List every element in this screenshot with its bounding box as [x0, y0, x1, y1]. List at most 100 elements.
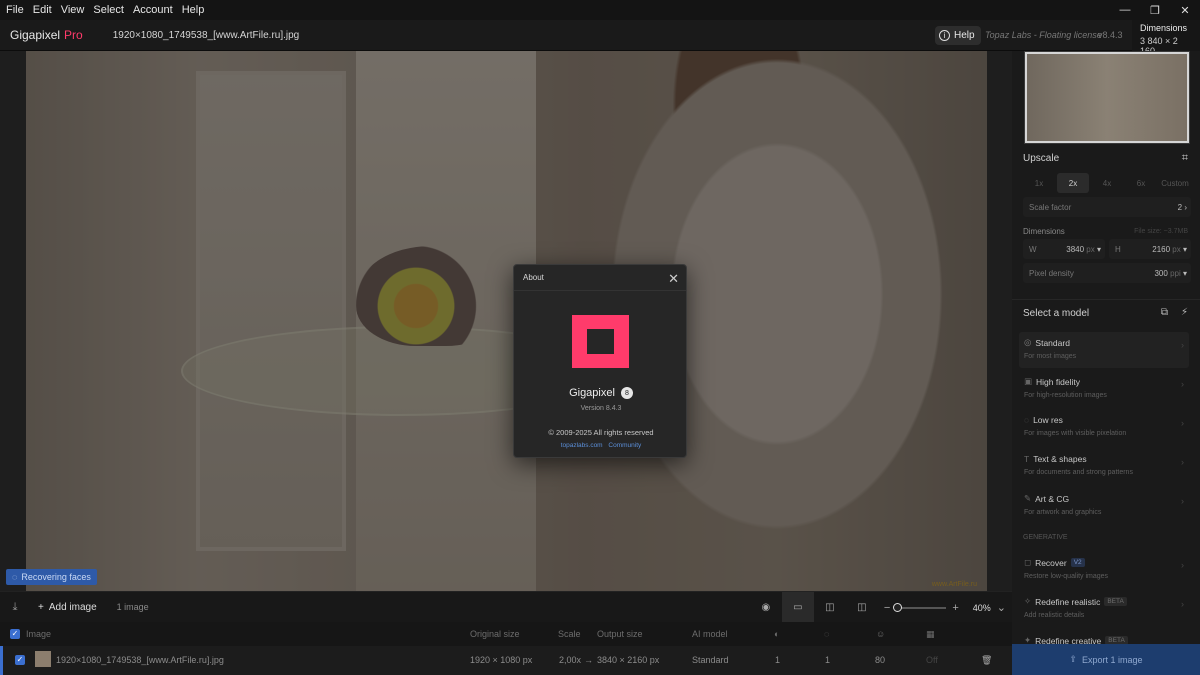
col-face-icon: ☺ — [876, 629, 886, 639]
model-high-fidelity-name: High fidelity — [1036, 376, 1080, 387]
single-view-button[interactable]: ▭ — [781, 592, 814, 623]
width-field[interactable]: W 3840 px ▾ — [1023, 239, 1105, 259]
factor-custom[interactable]: Custom — [1159, 173, 1191, 193]
model-recover-desc: Restore low-quality images — [1024, 573, 1109, 580]
pixel-density-row[interactable]: Pixel density 300 ppi ▾ — [1023, 263, 1191, 283]
image-list-row[interactable]: ✓ 1920×1080_1749538_[www.ArtFile.ru].jpg… — [0, 646, 1012, 675]
scale-factor-label: Scale factor — [1029, 202, 1072, 212]
generative-label: GENERATIVE — [1023, 534, 1068, 541]
model-art-cg[interactable]: ✎ Art & CG For artwork and graphics › — [1019, 488, 1189, 524]
about-title: About — [523, 273, 544, 282]
export-icon: ⇪ — [1069, 654, 1077, 664]
redefine-realistic-icon: ✧ — [1024, 596, 1032, 606]
col-scale: Scale — [558, 629, 581, 639]
factor-6x[interactable]: 6x — [1125, 173, 1157, 193]
help-label: Help — [954, 30, 975, 41]
gigapixel-logo-inner — [587, 329, 614, 354]
select-model-title: Select a model — [1023, 308, 1090, 319]
plus-icon: + — [38, 601, 44, 613]
app-brand: Gigapixel Pro — [10, 28, 83, 42]
preview-eye-icon[interactable]: ◉ — [750, 592, 782, 623]
topazlabs-link[interactable]: topazlabs.com — [561, 442, 603, 449]
dimensions-title: Dimensions — [1140, 23, 1188, 33]
zoom-out-icon[interactable]: − — [884, 602, 890, 614]
scale-factor-row[interactable]: Scale factor 2 › — [1023, 197, 1191, 217]
zoom-in-icon[interactable]: + — [952, 602, 958, 614]
recover-icon: ◻ — [1024, 557, 1032, 567]
model-low-res-name: Low res — [1033, 415, 1063, 425]
zoom-slider-knob[interactable] — [893, 602, 903, 612]
model-high-fidelity[interactable]: ▣ High fidelity For high-resolution image… — [1019, 371, 1189, 407]
select-all-checkbox[interactable]: ✓ — [10, 629, 20, 639]
pixel-density-label: Pixel density — [1029, 268, 1074, 278]
recovering-faces-status: ◌ Recovering faces — [6, 569, 97, 585]
community-link[interactable]: Community — [608, 442, 641, 449]
row-scale: 2,00x — [559, 655, 582, 665]
auto-model-icon[interactable]: ⚡ — [1181, 307, 1188, 318]
chevron-right-icon: › — [1181, 457, 1184, 467]
delete-icon[interactable]: 🗑 — [981, 655, 992, 666]
factor-2x[interactable]: 2x — [1057, 173, 1089, 193]
dimensions-panel: Dimensions 3 840 × 2 160 — [1132, 20, 1200, 56]
compare-models-icon[interactable]: ⧉ — [1161, 307, 1168, 318]
model-redefine-creative[interactable]: ✦ Redefine creative BETA — [1019, 630, 1189, 644]
window-controls: — ❐ ✕ — [1110, 0, 1200, 20]
chevron-right-icon: › — [1181, 496, 1184, 506]
add-image-button[interactable]: + Add image — [38, 602, 97, 613]
model-high-fidelity-desc: For high-resolution images — [1024, 392, 1107, 399]
photo-preview: www.ArtFile.ru — [26, 51, 987, 591]
model-text-shapes-desc: For documents and strong patterns — [1024, 469, 1133, 476]
crop-icon[interactable]: ⌗ — [1182, 152, 1188, 165]
zoom-control: − + 40% ⌄ — [884, 601, 1006, 615]
col-param-1-icon: ◐ — [774, 629, 780, 639]
side-by-side-button[interactable]: ◫ — [846, 592, 878, 623]
navigator-preview[interactable] — [1024, 51, 1190, 144]
version-text: v8.4.3 — [1098, 30, 1123, 40]
about-dialog: About ✕ Gigapixel 8 Version 8.4.3 © 2009… — [513, 264, 687, 458]
export-button[interactable]: ⇪ Export 1 image — [1012, 644, 1200, 675]
app-name: Gigapixel — [10, 28, 61, 42]
row-param-3: 80 — [875, 655, 886, 665]
art-cg-icon: ✎ — [1024, 493, 1032, 503]
panel-divider — [1012, 299, 1200, 300]
height-field[interactable]: H 2160 px ▾ — [1109, 239, 1191, 259]
zoom-percent[interactable]: 40% — [973, 603, 991, 613]
menu-help[interactable]: Help — [176, 4, 208, 16]
navigator-frame[interactable] — [1025, 52, 1189, 143]
model-text-shapes[interactable]: T Text & shapes For documents and strong … — [1019, 449, 1189, 485]
close-window-button[interactable]: ✕ — [1170, 0, 1200, 20]
model-recover[interactable]: ◻ Recover V2 Restore low-quality images › — [1019, 552, 1189, 588]
menu-account[interactable]: Account — [127, 4, 176, 16]
image-canvas[interactable]: www.ArtFile.ru — [0, 51, 1012, 591]
download-icon[interactable]: ⤓ — [0, 601, 30, 614]
menu-edit[interactable]: Edit — [27, 4, 55, 16]
export-label: Export 1 image — [1082, 654, 1143, 665]
model-redefine-realistic[interactable]: ✧ Redefine realistic BETA Add realistic de… — [1019, 591, 1189, 627]
zoom-dropdown-icon[interactable]: ⌄ — [997, 601, 1006, 614]
model-standard[interactable]: ◎ Standard For most images › — [1019, 332, 1189, 368]
zoom-slider[interactable] — [893, 602, 947, 612]
about-header: About — [514, 265, 686, 291]
help-button[interactable]: i Help — [935, 26, 981, 45]
close-icon[interactable]: ✕ — [668, 271, 679, 287]
menu-bar: File Edit View Select Account Help — ❐ ✕ — [0, 0, 1200, 20]
menu-select[interactable]: Select — [87, 4, 127, 16]
row-thumbnail — [35, 651, 51, 667]
col-ai-model: AI model — [692, 629, 728, 639]
menu-view[interactable]: View — [55, 4, 88, 16]
restore-button[interactable]: ❐ — [1140, 0, 1170, 20]
minimize-button[interactable]: — — [1110, 0, 1140, 20]
row-arrow-icon: → — [584, 655, 593, 665]
pixel-density-value: 300 ppi ▾ — [1154, 268, 1187, 278]
menu-file[interactable]: File — [0, 4, 27, 16]
title-bar: Gigapixel Pro 1920×1080_1749538_[www.ArtF… — [0, 20, 1200, 56]
height-value: 2160 px ▾ — [1152, 244, 1187, 254]
model-low-res[interactable]: ◌ Low res For images with visible pixelat… — [1019, 410, 1189, 446]
split-view-button[interactable]: ◫ — [814, 592, 846, 623]
row-checkbox[interactable]: ✓ — [15, 655, 25, 665]
factor-1x[interactable]: 1x — [1023, 173, 1055, 193]
model-recover-tag: V2 — [1070, 558, 1085, 567]
factor-4x[interactable]: 4x — [1091, 173, 1123, 193]
bottom-toolbar: ⤓ + Add image 1 image ◉ ▭ ◫ ◫ − + 40% ⌄ — [0, 591, 1012, 623]
model-art-cg-name: Art & CG — [1035, 493, 1070, 504]
